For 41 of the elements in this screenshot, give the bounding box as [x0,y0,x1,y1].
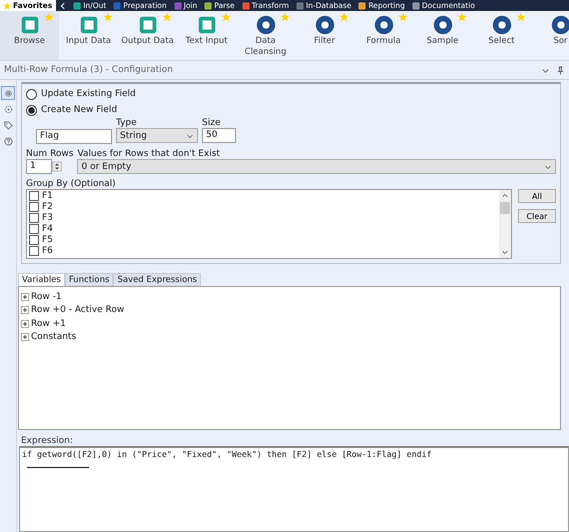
expression-text: if getword([F2],0) in ("Price", "Fixed", "Week") then [F2] else [Row-1:Flag] endif [22,449,433,459]
tool-button[interactable]: Filter [295,11,354,60]
tree-item[interactable]: Row +0 - Active Row [31,305,124,316]
radio-label: Create New Field [41,105,118,115]
field-label: F2 [42,202,53,212]
tool-button[interactable]: Select [472,11,531,60]
field-label: F5 [42,234,53,244]
size-input[interactable]: 50 [202,128,236,143]
expression-label: Expression: [21,436,74,446]
field-label: F6 [42,246,53,256]
missing-rows-dropdown[interactable]: 0 or Empty [77,159,556,174]
tool-button[interactable]: Sample [413,11,472,60]
action-button[interactable]: Clear [518,209,556,223]
num-rows-label: Num Rows [26,149,74,159]
type-dropdown[interactable]: String [116,128,198,143]
field-label: F3 [42,212,53,222]
tree-item[interactable]: Constants [31,332,76,342]
size-label: Size [202,118,222,128]
tree-item[interactable]: Row +1 [31,318,66,329]
tab[interactable]: Saved Expressions [113,273,201,286]
tool-button[interactable]: Text Input [177,11,236,60]
tool-button[interactable]: Data Cleansing [236,11,295,60]
tool-button[interactable]: Input Data [59,11,118,60]
tool-button[interactable]: Output Data [118,11,177,60]
tab[interactable]: Functions [64,273,114,286]
tool-button[interactable]: Formula [354,11,413,60]
panel-title: Multi-Row Formula (3) - Configuration [4,65,174,75]
num-rows-input[interactable]: 1 [26,159,52,174]
type-label: Type [116,118,138,128]
action-button[interactable]: All [518,189,556,203]
missing-rows-label: Values for Rows that don't Exist [77,149,221,159]
group-by-label: Group By (Optional) [26,179,117,189]
tool-button[interactable]: Sor [531,11,569,60]
field-label: F4 [42,224,53,234]
tool-button[interactable]: Browse [0,11,59,60]
field-label: F1 [42,190,53,200]
tab[interactable]: Variables [18,273,65,286]
radio-label: Update Existing Field [41,89,136,99]
field-name-input[interactable]: Flag [36,129,112,144]
expression-editor[interactable]: if getword([F2],0) in ("Price", "Fixed", "Week") then [F2] else [Row-1:Flag] endif [19,446,569,532]
tree-item[interactable]: Row -1 [31,292,62,302]
